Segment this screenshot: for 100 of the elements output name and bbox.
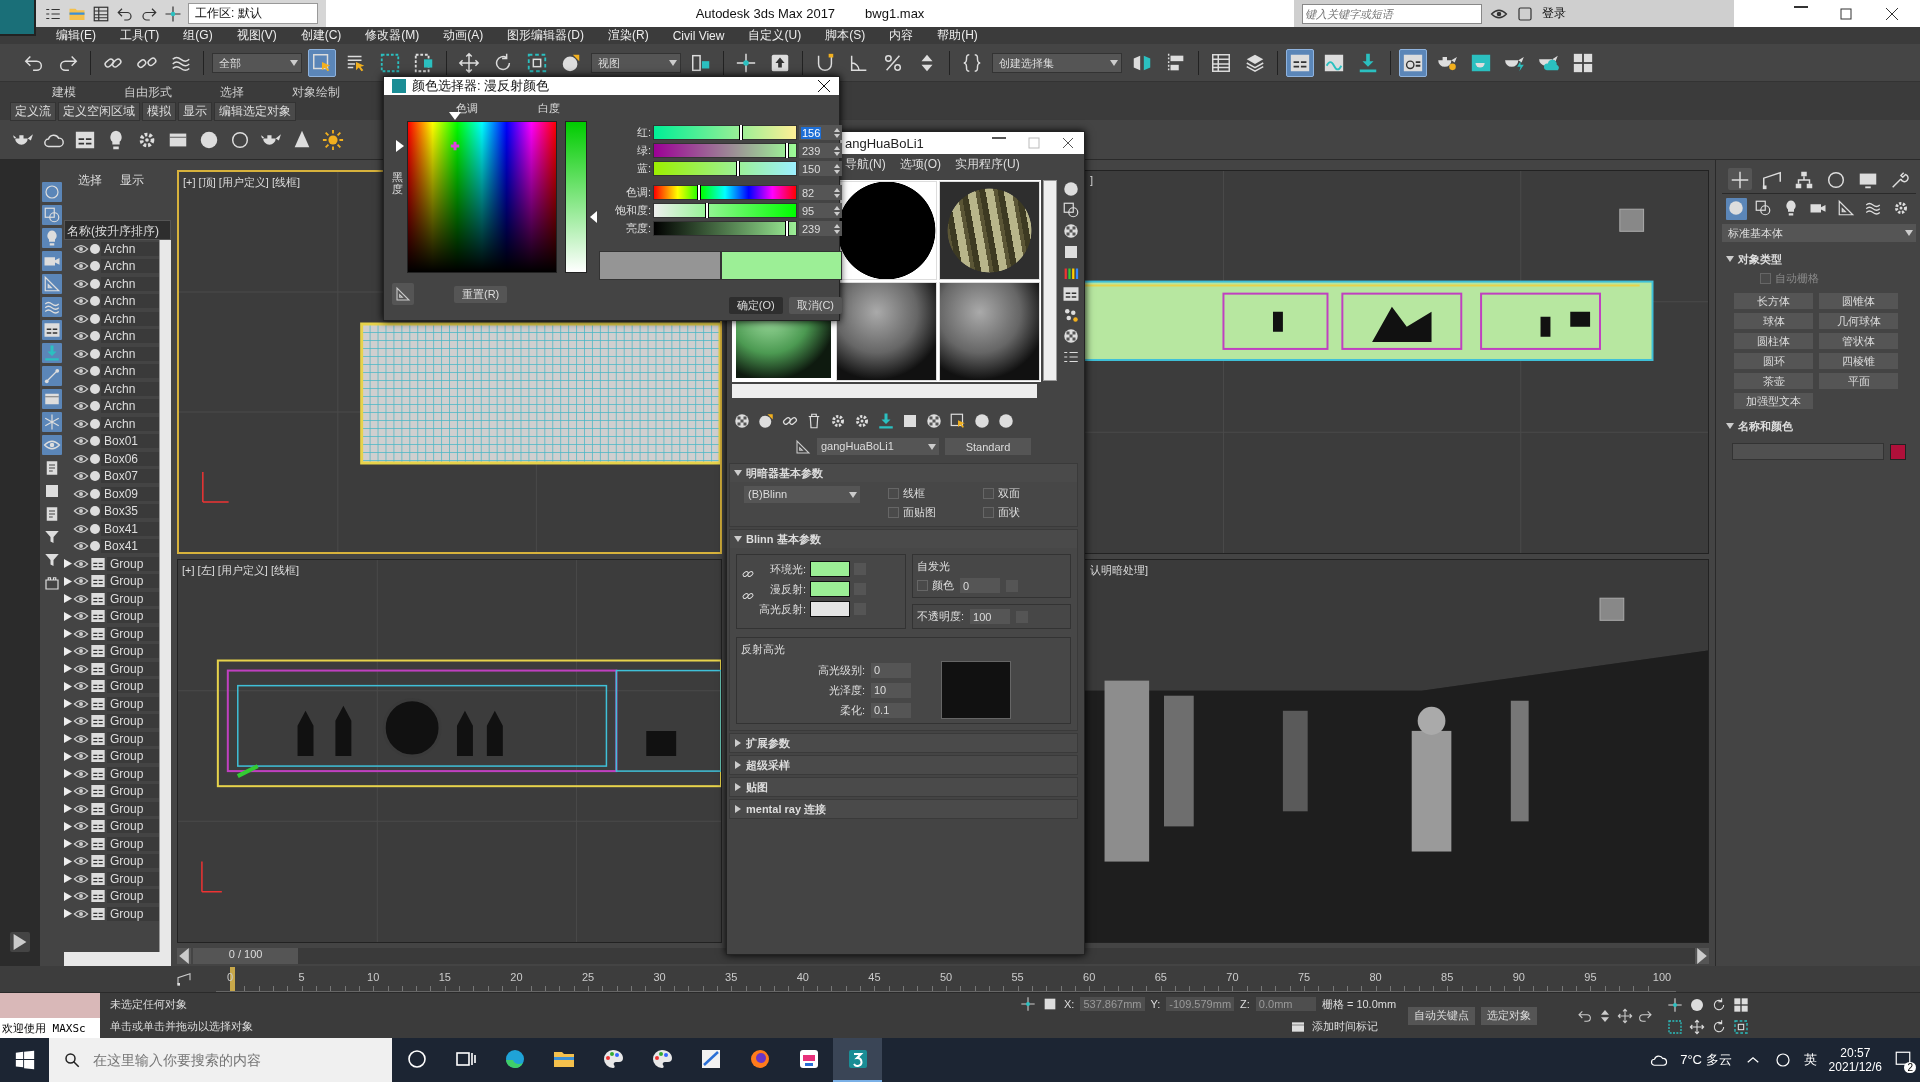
menu-item[interactable]: 内容 (889, 27, 914, 44)
menu-item[interactable]: 渲染(R) (608, 27, 649, 44)
scene-object-item[interactable]: Group (107, 714, 159, 729)
self-illum-color-checkbox[interactable]: 颜色 (917, 578, 954, 593)
explorer-tab[interactable]: 显示 (120, 172, 144, 190)
auto-key-button[interactable]: 自动关键点 (1408, 1006, 1476, 1025)
maxscript-field[interactable]: 欢迎使用 MAXSc (0, 1018, 100, 1038)
material-type-button[interactable]: Standard (945, 438, 1031, 455)
menu-item[interactable]: 工具(T) (120, 27, 160, 44)
scene-object-item[interactable]: Group (107, 749, 159, 764)
scene-object-item[interactable]: Group (107, 626, 159, 641)
scene-object-item[interactable]: Archn (101, 416, 159, 431)
object-type-button[interactable]: 茶壶 (1734, 373, 1813, 389)
scene-object-item[interactable]: Group (107, 679, 159, 694)
scene-object-item[interactable]: Group (107, 696, 159, 711)
taskbar-search-field[interactable]: 在这里输入你要搜索的内容 (49, 1038, 392, 1082)
viewport-label[interactable]: [+] [顶] [用户定义] [线框] (183, 175, 301, 190)
object-type-button[interactable]: 圆环 (1734, 353, 1813, 369)
channel-spinner[interactable]: 150 (799, 161, 842, 176)
object-type-button[interactable]: 管状体 (1819, 333, 1898, 349)
rollout-title[interactable]: 扩展参数 (746, 735, 790, 751)
rollout-title[interactable]: 超级采样 (746, 757, 790, 773)
scene-object-item[interactable]: Box41 (101, 539, 159, 554)
scene-object-item[interactable]: Archn (101, 364, 159, 379)
object-type-button[interactable]: 四棱锥 (1819, 353, 1898, 369)
menu-item[interactable]: Civil View (672, 28, 725, 43)
scene-object-item[interactable]: Archn (101, 276, 159, 291)
scene-object-item[interactable]: Group (107, 661, 159, 676)
opacity-spinner[interactable]: 100 (970, 609, 1011, 624)
scene-object-item[interactable]: Archn (101, 294, 159, 309)
weather-text[interactable]: 7°C 多云 (1680, 1051, 1732, 1069)
rollout-title[interactable]: 对象类型 (1738, 251, 1782, 267)
parameter-spinner[interactable]: 10 (871, 682, 911, 698)
channel-spinner[interactable]: 239 (799, 221, 842, 236)
rollout-title[interactable]: 明暗器基本参数 (746, 465, 823, 481)
scene-object-item[interactable]: Group (107, 784, 159, 799)
menu-item[interactable]: 脚本(S) (825, 27, 866, 44)
parameter-spinner[interactable]: 0.1 (871, 702, 911, 718)
scene-object-item[interactable]: Group (107, 731, 159, 746)
object-type-button[interactable]: 几何球体 (1819, 313, 1898, 329)
channel-spinner[interactable]: 239 (799, 143, 842, 158)
shader-option-checkbox[interactable]: 双面 (982, 486, 1067, 501)
scene-object-item[interactable]: Group (107, 574, 159, 589)
scene-object-item[interactable]: Group (107, 854, 159, 869)
scene-object-item[interactable]: Group (107, 889, 159, 904)
scene-object-item[interactable]: Archn (101, 346, 159, 361)
menu-item[interactable]: 自定义(U) (748, 27, 802, 44)
scene-object-item[interactable]: Box09 (101, 486, 159, 501)
shader-option-checkbox[interactable]: 面贴图 (888, 505, 973, 520)
ribbon-tab[interactable]: 自由形式 (100, 84, 196, 102)
channel-spinner[interactable]: 95 (799, 203, 842, 218)
self-illum-spinner[interactable]: 0 (960, 578, 1000, 593)
channel-spinner[interactable]: 156 (799, 125, 842, 140)
add-time-tag-link[interactable]: 添加时间标记 (1312, 1019, 1378, 1035)
menu-item[interactable]: 选项(O) (899, 155, 941, 173)
rollout-title[interactable]: 贴图 (746, 779, 768, 795)
scene-object-item[interactable]: Archn (101, 259, 159, 274)
menu-item[interactable]: 动画(A) (443, 27, 484, 44)
scene-object-item[interactable]: Box01 (101, 434, 159, 449)
toolbar-dropdown[interactable]: 创建选择集 (992, 52, 1122, 73)
scene-object-item[interactable]: Group (107, 609, 159, 624)
scene-object-item[interactable]: Archn (101, 311, 159, 326)
ok-button[interactable]: 确定(O) (728, 297, 783, 314)
scene-object-item[interactable]: Group (107, 801, 159, 816)
object-type-button[interactable]: 球体 (1734, 313, 1813, 329)
shader-dropdown[interactable]: (B)Blinn (744, 486, 860, 503)
scene-object-item[interactable]: Archn (101, 381, 159, 396)
viewport-label[interactable]: 认明暗处理] (1090, 563, 1149, 578)
help-search-field[interactable]: 键入关键字或短语 (1302, 3, 1482, 24)
ribbon-tab[interactable]: 对象绘制 (268, 84, 364, 102)
scene-object-item[interactable]: Group (107, 906, 159, 921)
selection-set-dropdown[interactable]: 选定对象 (1481, 1006, 1538, 1025)
scene-object-item[interactable]: Archn (101, 329, 159, 344)
ribbon-tab[interactable]: 选择 (196, 84, 268, 102)
category-dropdown[interactable]: 标准基本体 (1722, 224, 1916, 242)
menu-item[interactable]: 帮助(H) (937, 27, 978, 44)
toolbar-dropdown[interactable]: 视图 (591, 52, 681, 73)
scene-object-item[interactable]: Group (107, 766, 159, 781)
object-type-button[interactable]: 长方体 (1734, 293, 1813, 309)
reset-button[interactable]: 重置(R) (454, 285, 508, 303)
menu-item[interactable]: 编辑(E) (56, 27, 96, 44)
scene-object-item[interactable]: Group (107, 591, 159, 606)
scene-object-item[interactable]: Box35 (101, 504, 159, 519)
channel-spinner[interactable]: 82 (799, 185, 842, 200)
clock[interactable]: 20:57 2021/12/6 (1828, 1046, 1882, 1074)
menu-item[interactable]: 修改器(M) (365, 27, 420, 44)
shader-option-checkbox[interactable]: 面状 (982, 505, 1067, 520)
object-type-button[interactable]: 平面 (1819, 373, 1898, 389)
viewport-label[interactable]: [+] [左] [用户定义] [线框] (182, 563, 300, 578)
scene-object-item[interactable]: Group (107, 871, 159, 886)
menu-item[interactable]: 创建(C) (300, 27, 342, 44)
rollout-title[interactable]: mental ray 连接 (746, 801, 827, 817)
scene-object-item[interactable]: Group (107, 819, 159, 834)
time-slider[interactable]: 0 / 100 (193, 948, 299, 964)
sign-in-link[interactable]: 登录 (1542, 5, 1566, 22)
viewport-label[interactable]: ] (1090, 174, 1094, 186)
ribbon-tab[interactable]: 建模 (28, 84, 100, 102)
object-type-button[interactable]: 圆锥体 (1819, 293, 1898, 309)
menu-item[interactable]: 导航(N) (845, 155, 886, 173)
cancel-button[interactable]: 取消(C) (788, 297, 842, 314)
